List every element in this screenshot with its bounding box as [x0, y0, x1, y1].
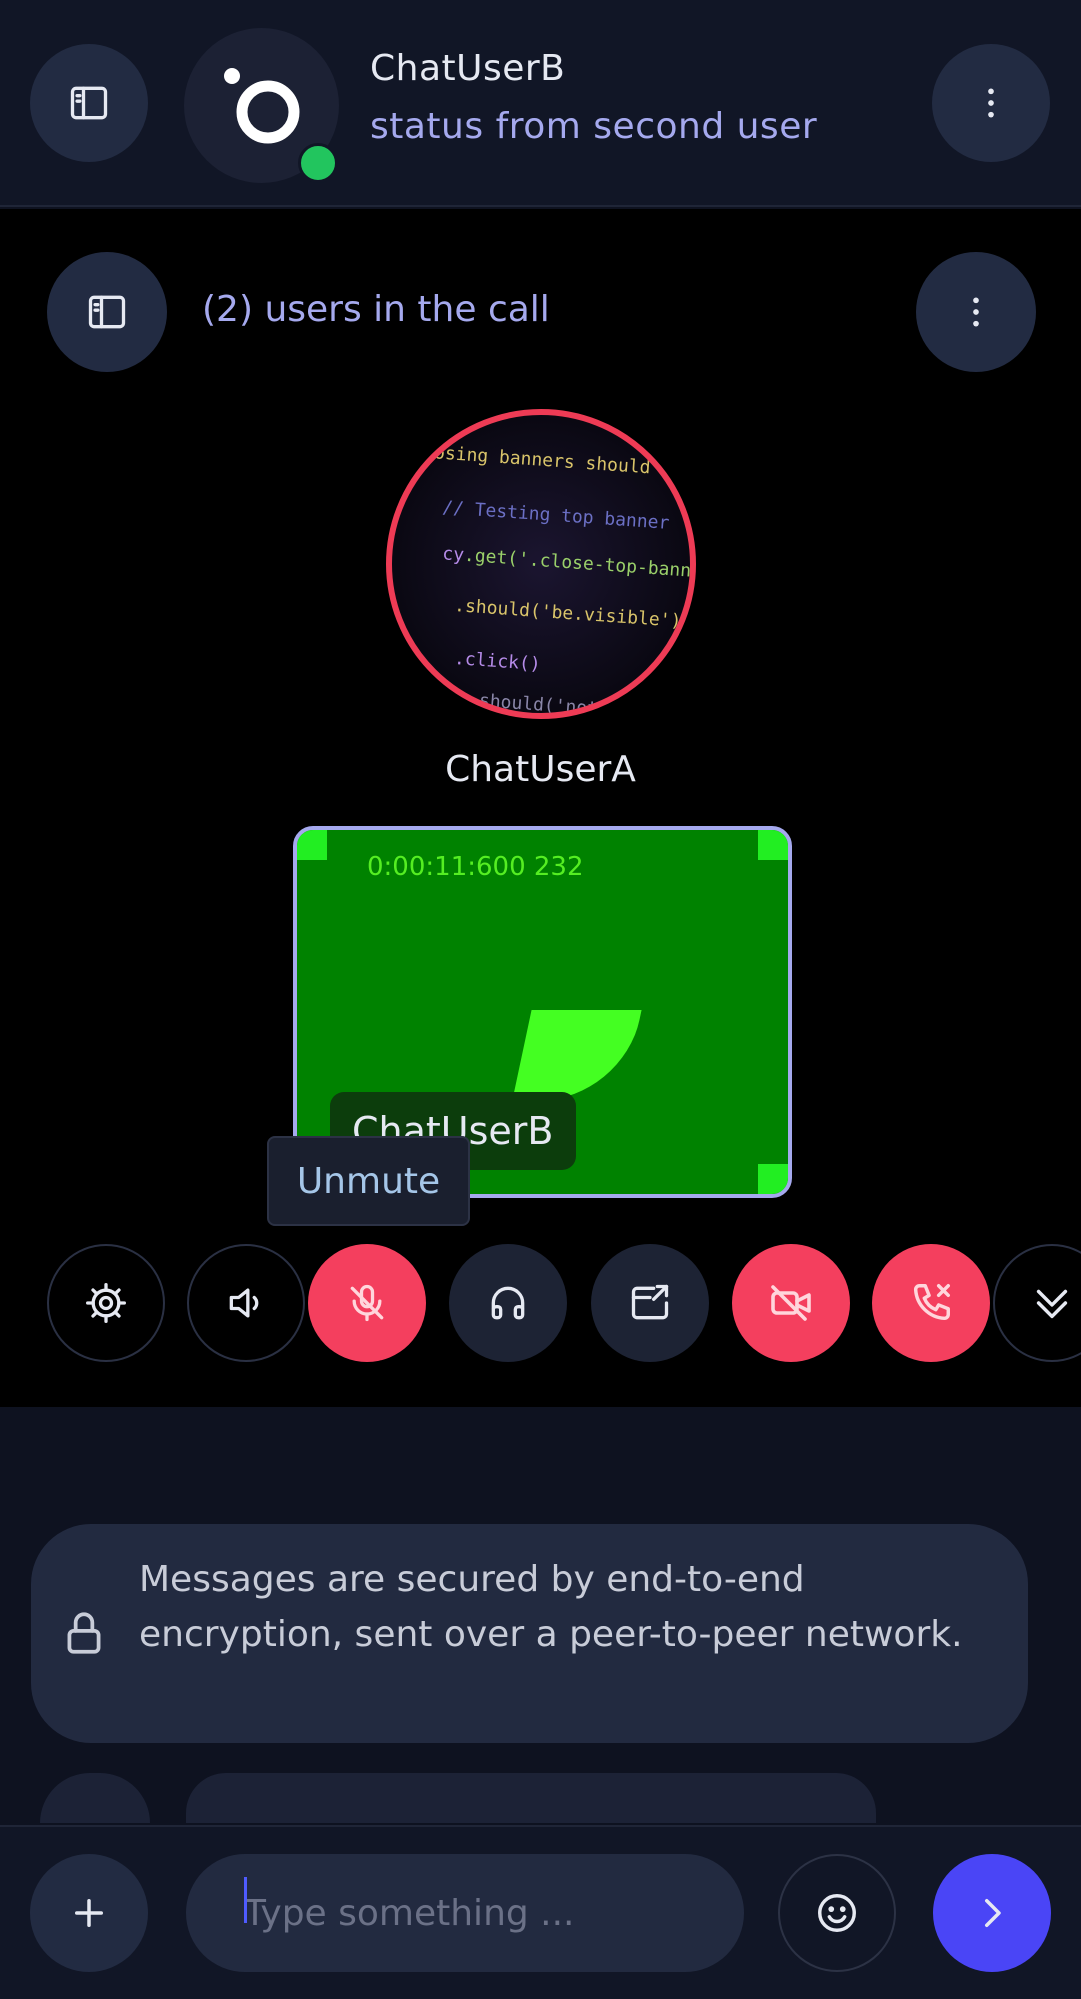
attach-button[interactable]: [30, 1854, 148, 1972]
more-vertical-icon: [988, 88, 994, 118]
hang-up-button[interactable]: [872, 1244, 990, 1362]
unmute-microphone-button[interactable]: [308, 1244, 426, 1362]
message-bubble-partial: [186, 1773, 876, 1823]
participant-a-name: ChatUserA: [445, 749, 636, 790]
call-panel: (2) users in the call closing banners sh…: [0, 209, 1081, 1407]
call-more-button[interactable]: [916, 252, 1036, 372]
message-composer: [0, 1825, 1081, 1999]
call-settings-button[interactable]: [47, 1244, 165, 1362]
send-button[interactable]: [933, 1854, 1051, 1972]
encryption-notice-text: Messages are secured by end-to-end encry…: [139, 1559, 963, 1655]
phone-x-icon: [913, 1284, 950, 1321]
camera-off-button[interactable]: [732, 1244, 850, 1362]
logo-icon: [223, 67, 299, 143]
video-corner-marker: [758, 1164, 788, 1194]
screen-share-button[interactable]: [591, 1244, 709, 1362]
toggle-sidebar-button[interactable]: [30, 44, 148, 162]
lock-icon: [67, 1612, 101, 1654]
chat-call-screen: ChatUserB status from second user (2) us…: [0, 0, 1081, 1999]
online-status-indicator: [298, 143, 338, 183]
participant-a-avatar: closing banners should close banners', (…: [386, 409, 696, 719]
video-timecode: 0:00:11:600 232: [367, 852, 584, 882]
header-more-button[interactable]: [932, 44, 1050, 162]
contact-name: ChatUserB: [370, 48, 566, 89]
sidebar-icon: [70, 86, 108, 120]
plus-icon: [75, 1899, 103, 1927]
call-participant-count: (2) users in the call: [202, 289, 550, 330]
chat-header: ChatUserB status from second user: [0, 0, 1081, 207]
message-input[interactable]: [186, 1854, 744, 1972]
more-vertical-icon: [973, 297, 979, 327]
mic-off-icon: [350, 1284, 384, 1322]
headphones-button[interactable]: [449, 1244, 567, 1362]
call-sidebar-button[interactable]: [47, 252, 167, 372]
video-corner-marker: [297, 830, 327, 860]
unmute-tooltip: Unmute: [267, 1136, 470, 1226]
contact-status: status from second user: [370, 106, 818, 147]
chevrons-down-icon: [1036, 1289, 1068, 1319]
sidebar-icon: [88, 295, 126, 329]
headphones-icon: [491, 1286, 525, 1320]
emoji-button[interactable]: [778, 1854, 896, 1972]
text-caret: [244, 1877, 247, 1923]
video-test-shape: [512, 1010, 642, 1100]
message-avatar-partial: [40, 1773, 150, 1823]
video-corner-marker: [758, 830, 788, 860]
video-off-icon: [771, 1285, 811, 1321]
gear-icon: [86, 1283, 126, 1323]
speaker-button[interactable]: [187, 1244, 305, 1362]
speaker-icon: [229, 1288, 259, 1318]
screen-share-icon: [631, 1284, 669, 1320]
encryption-notice: Messages are secured by end-to-end encry…: [31, 1524, 1028, 1743]
smiley-icon: [818, 1894, 856, 1932]
chevron-right-icon: [985, 1899, 1001, 1927]
